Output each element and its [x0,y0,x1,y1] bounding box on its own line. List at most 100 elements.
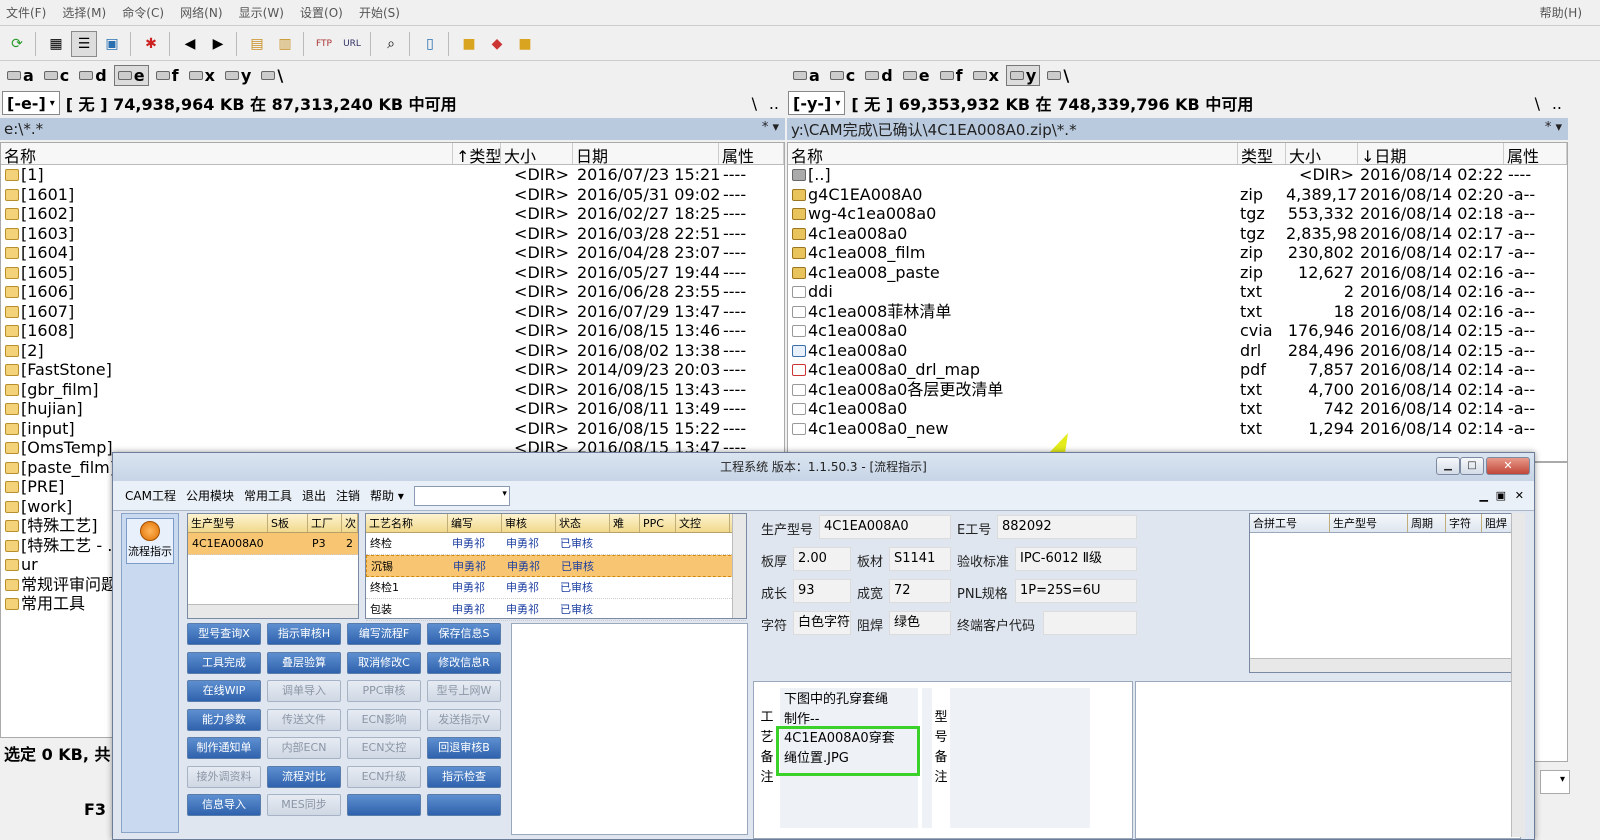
model-col[interactable]: 次 [342,514,358,532]
process-cell: 包装 [370,603,392,616]
dmenu-exit[interactable]: 退出 [302,487,326,504]
memo-scrollbar[interactable] [922,688,932,828]
action-button[interactable]: MES同步 [267,794,341,816]
prod-model-field[interactable]: 4C1EA008A0 [819,515,951,539]
action-button[interactable]: 指示审核H [267,623,341,645]
dmenu-logout[interactable]: 注销 [336,487,360,504]
process-vscrollbar[interactable] [732,514,746,618]
process-cell: 已审核 [561,560,594,573]
action-button[interactable]: 接外调资料 [187,765,261,788]
dialog-combo[interactable]: ▾ [413,485,510,506]
action-button[interactable]: 在线WIP [187,680,261,702]
action-button[interactable]: 流程对比 [267,765,341,788]
mdi-close-icon[interactable]: ✕ [1515,489,1524,502]
process-col[interactable]: 编写 [448,514,502,532]
merge-col[interactable]: 周期 [1408,514,1446,532]
action-button[interactable]: 编写流程F [347,623,421,645]
process-cell: 沉锡 [371,560,393,573]
merge-col[interactable]: 合拼工号 [1250,514,1330,532]
process-row[interactable]: 包装 申勇祁 申勇祁 已审核 [366,599,746,621]
process-cell: 申勇祁 [506,581,539,594]
model-grid-row[interactable]: 4C1EA008A0 P3 2 [188,533,358,555]
dmenu-cam[interactable]: CAM工程 [125,487,176,504]
model-col[interactable]: 工厂 [308,514,342,532]
mdi-minimize-icon[interactable]: ▁ [1480,489,1488,502]
model-hscrollbar[interactable] [188,604,358,618]
process-row[interactable]: 终检1 申勇祁 申勇祁 已审核 [366,577,746,599]
dialog-left-nav: 流程指示 [121,513,179,833]
process-row[interactable]: 终检 申勇祁 申勇祁 已审核 [366,533,746,555]
eno-field[interactable]: 882092 [997,515,1137,539]
process-cell [677,556,731,576]
flow-instruction-button[interactable]: 流程指示 [126,518,174,564]
process-notes-box: 工 艺 备 注 下图中的孔穿套绳 制作-- 4C1EA008A0穿套 绳位置.J… [753,681,1133,839]
action-button[interactable]: 型号上网W [427,680,501,702]
model-notes-label: 号 [934,730,948,745]
action-button[interactable]: ECN升级 [347,765,421,788]
dmenu-common-module[interactable]: 公用模块 [186,487,234,504]
process-col[interactable]: 状态 [556,514,610,532]
minimize-icon[interactable]: ▁ [1436,457,1460,475]
length-field[interactable]: 93 [793,579,851,603]
notes-label: 备 [760,750,774,765]
notes-label: 工 [760,710,774,725]
mdi-restore-icon[interactable]: ▣ [1496,489,1506,502]
process-cell: 申勇祁 [452,603,485,616]
solder-field[interactable]: 绿色 [889,611,951,635]
model-col[interactable]: S板 [268,514,308,532]
action-button[interactable]: 发送指示V [427,708,501,731]
process-cell [640,599,676,620]
dmenu-tools[interactable]: 常用工具 [244,487,292,504]
action-button[interactable]: 叠层验算 [267,651,341,674]
action-button[interactable]: 保存信息S [427,623,501,645]
merge-grid: 合拼工号 生产型号 周期 字符 阻焊 [1249,513,1521,673]
process-col[interactable]: 难 [610,514,640,532]
maximize-icon[interactable]: □ [1460,457,1484,475]
merge-col[interactable]: 生产型号 [1330,514,1408,532]
action-button[interactable]: 工具完成 [187,651,261,674]
dmenu-help[interactable]: 帮助 ▾ [370,487,404,504]
merge-hscrollbar[interactable] [1250,658,1520,672]
width-field[interactable]: 72 [889,579,951,603]
action-button[interactable] [347,794,421,816]
endcust-field[interactable] [1043,611,1137,635]
thickness-field[interactable]: 2.00 [793,547,851,571]
char-field[interactable]: 白色字符 [793,611,851,635]
process-cell [676,599,730,620]
dialog-vscrollbar[interactable] [1511,513,1525,837]
action-button[interactable]: 制作通知单 [187,737,261,759]
action-button[interactable]: 传送文件 [267,708,341,731]
model-notes-memo[interactable] [950,688,1090,828]
close-icon[interactable]: ✕ [1486,457,1530,475]
action-button[interactable]: 能力参数 [187,708,261,731]
process-row[interactable]: 沉锡 申勇祁 申勇祁 已审核 [366,555,746,577]
process-col[interactable]: 审核 [502,514,556,532]
model-grid: 生产型号 S板 工厂 次 4C1EA008A0 P3 2 [187,513,359,619]
process-cell: 申勇祁 [507,560,540,573]
merge-col[interactable]: 字符 [1446,514,1482,532]
process-col[interactable]: PPC [640,514,676,532]
process-col[interactable]: 文控 [676,514,730,532]
pnl-field[interactable]: 1P=25S=6U [1015,579,1137,603]
model-col[interactable]: 生产型号 [188,514,268,532]
action-button[interactable]: PPC审核 [347,680,421,702]
process-cell: 申勇祁 [453,560,486,573]
action-button[interactable]: 内部ECN [267,737,341,759]
action-button[interactable]: 修改信息R [427,651,501,674]
action-button[interactable]: 调单导入 [267,680,341,702]
action-button[interactable]: ECN影响 [347,708,421,731]
accept-field[interactable]: IPC-6012 Ⅱ级 [1015,547,1137,571]
action-button[interactable]: 型号查询X [187,623,261,645]
process-col[interactable]: 工艺名称 [366,514,448,532]
material-field[interactable]: S1141 [889,547,951,571]
window-title: 工程系统 版本：1.1.50.3 - [流程指示] [720,460,927,474]
action-button[interactable]: 回退审核B [427,737,501,759]
action-button[interactable]: 取消修改C [347,651,421,674]
action-button[interactable]: 信息导入 [187,794,261,816]
process-cell: 已审核 [560,581,593,594]
memo-line: 下图中的孔穿套绳 [784,692,889,707]
action-button[interactable]: 指示检查 [427,765,501,788]
action-button[interactable]: ECN文控 [347,737,421,759]
action-button[interactable] [427,794,501,816]
process-cell: 终检1 [370,581,399,594]
